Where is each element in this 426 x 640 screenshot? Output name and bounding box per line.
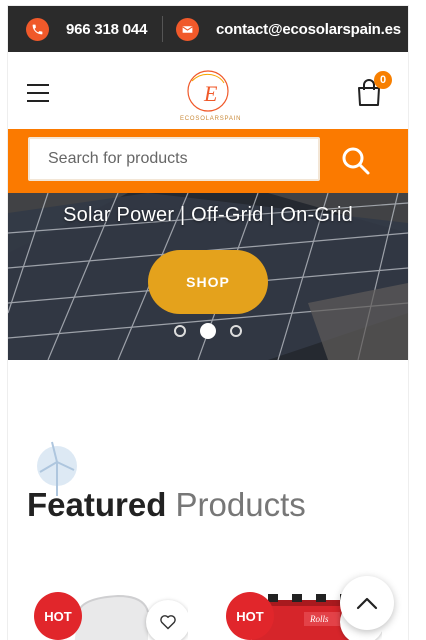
hot-badge: HOT [34, 592, 82, 640]
chevron-up-icon [356, 597, 378, 610]
brand-label: Rolls [310, 614, 329, 624]
phone-link[interactable]: 966 318 044 [26, 6, 147, 52]
hot-badge: HOT [226, 592, 274, 640]
svg-text:ECOSOLARSPAIN: ECOSOLARSPAIN [180, 116, 241, 122]
divider [162, 16, 163, 42]
phone-icon [26, 17, 49, 41]
featured-products-heading: Featured Products [27, 486, 306, 524]
featured-title-light: Products [175, 486, 306, 523]
heart-icon[interactable] [146, 600, 188, 640]
hero-slider: Solar Power | Off-Grid | On-Grid SHOP [8, 193, 408, 360]
search-icon[interactable] [338, 143, 374, 179]
slider-dot-1[interactable] [174, 325, 186, 337]
svg-text:E: E [203, 81, 218, 106]
email-link[interactable]: contact@ecosolarspain.es [176, 6, 401, 52]
featured-title-bold: Featured [27, 486, 167, 523]
mail-icon [176, 17, 199, 41]
page: 966 318 044 contact@ecosolarspain.es E E… [8, 6, 408, 640]
top-contact-bar: 966 318 044 contact@ecosolarspain.es [8, 6, 408, 52]
slider-dot-2[interactable] [200, 323, 216, 339]
email-address: contact@ecosolarspain.es [216, 20, 401, 38]
search-input[interactable] [28, 137, 320, 181]
shop-button[interactable]: SHOP [148, 250, 268, 314]
site-header: E ECOSOLARSPAIN 0 [8, 52, 408, 129]
scroll-to-top-button[interactable] [340, 576, 394, 630]
site-logo[interactable]: E ECOSOLARSPAIN [178, 63, 242, 125]
hero-title: Solar Power | Off-Grid | On-Grid [63, 204, 353, 226]
phone-number: 966 318 044 [66, 20, 148, 38]
product-card[interactable]: HOT [18, 584, 188, 640]
hamburger-icon[interactable] [27, 84, 49, 102]
search-bar [8, 129, 408, 193]
cart-bag-icon[interactable]: 0 [356, 71, 392, 107]
cart-count-badge: 0 [374, 71, 392, 89]
slider-dot-3[interactable] [230, 325, 242, 337]
